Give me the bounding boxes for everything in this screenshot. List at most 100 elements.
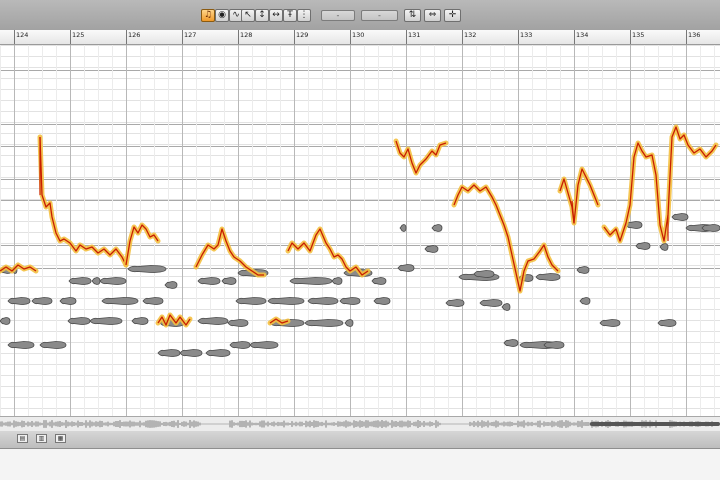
note-blob: [99, 277, 127, 285]
ruler-bar-label: 135: [632, 31, 645, 39]
ruler-bar-label: 127: [184, 31, 197, 39]
note-blob: [701, 224, 720, 232]
ruler-tick: [182, 30, 183, 44]
ruler-bar-label: 136: [688, 31, 701, 39]
split-button[interactable]: ✛: [444, 9, 461, 22]
note-blob: [599, 319, 621, 327]
note-blob: [371, 277, 387, 285]
split-icon: ✛: [448, 10, 457, 20]
note-blob: [197, 317, 229, 325]
separation-tool-button[interactable]: ⋮: [297, 9, 311, 22]
waveform-playback-region: [590, 422, 720, 426]
note-blob: [131, 317, 149, 325]
scale-snap-button[interactable]: ⇅: [404, 9, 421, 22]
note-blob: [142, 297, 164, 305]
note-mode-icon: ♫: [203, 10, 213, 20]
bar-ruler[interactable]: 124 125 126 127 128 129 130 131 132 133 134 135 136: [0, 30, 720, 45]
note-blob: [431, 224, 443, 232]
ruler-tick: [14, 30, 15, 44]
note-blob: [205, 349, 231, 357]
note-blob: [221, 277, 237, 285]
note-blob: [235, 297, 267, 305]
pointer-tool-button[interactable]: ↖: [241, 9, 255, 22]
note-blob: [7, 297, 31, 305]
status-button-c[interactable]: ▦: [55, 434, 66, 443]
note-blob: [576, 266, 590, 274]
pitch-mode-icon: ◉: [218, 10, 226, 20]
ruler-tick: [294, 30, 295, 44]
note-blob: [304, 319, 344, 327]
ruler-tick: [462, 30, 463, 44]
note-blob: [671, 213, 689, 221]
note-blob: [659, 243, 669, 251]
note-editor-grid[interactable]: [0, 45, 720, 416]
note-blob: [339, 297, 361, 305]
ruler-tick: [686, 30, 687, 44]
ruler-tick: [70, 30, 71, 44]
ruler-bar-label: 124: [16, 31, 29, 39]
note-blob: [0, 317, 11, 325]
lower-panel: [0, 449, 720, 480]
ruler-tick: [238, 30, 239, 44]
note-blob: [635, 242, 651, 250]
note-blob: [59, 297, 77, 305]
note-blob: [91, 277, 101, 285]
note-blob: [397, 264, 415, 272]
timing-tool-icon: ↔: [272, 10, 280, 20]
tool-field-1[interactable]: -: [321, 10, 355, 21]
pitch-tool-icon: ↕: [258, 10, 266, 20]
ruler-bar-label: 134: [576, 31, 589, 39]
note-blob: [473, 270, 495, 278]
note-blob: [68, 277, 92, 285]
note-blob: [543, 341, 565, 349]
note-blob: [424, 245, 439, 253]
ruler-bar-label: 125: [72, 31, 85, 39]
quantize-button[interactable]: ⇔: [424, 9, 441, 22]
waveform-overview[interactable]: [0, 416, 720, 432]
note-blob: [39, 341, 67, 349]
note-blob: [31, 297, 53, 305]
tool-field-2[interactable]: -: [361, 10, 398, 21]
note-blob: [89, 317, 123, 325]
ruler-tick: [126, 30, 127, 44]
status-icon-c: ▦: [57, 435, 64, 442]
note-blob: [229, 341, 251, 349]
pitch-mode-button[interactable]: ◉: [215, 9, 229, 22]
formant-mode-icon: ∿: [232, 10, 240, 20]
note-blob: [479, 299, 503, 307]
note-blob: [197, 277, 221, 285]
timing-tool-button[interactable]: ↔: [269, 9, 283, 22]
ruler-bar-label: 126: [128, 31, 141, 39]
pitch-tool-button[interactable]: ↕: [255, 9, 269, 22]
scale-snap-icon: ⇅: [408, 10, 417, 20]
note-blob: [399, 224, 407, 232]
ruler-bar-label: 132: [464, 31, 477, 39]
note-blob: [101, 297, 139, 305]
status-button-b[interactable]: ▥: [36, 434, 47, 443]
note-blob: [503, 339, 519, 347]
status-button-a[interactable]: ▤: [17, 434, 28, 443]
pointer-icon: ↖: [244, 10, 252, 20]
top-toolbar: ♫ ◉ ∿ ↖ ↕ ↔ Ŧ ⋮ - - ⇅ ⇔ ✛: [0, 0, 720, 31]
status-icon-b: ▥: [38, 435, 45, 442]
status-bar: ▤ ▥ ▦: [0, 431, 720, 449]
note-blob: [331, 277, 343, 285]
separation-tool-icon: ⋮: [299, 10, 309, 20]
ruler-bar-label: 129: [296, 31, 309, 39]
note-blob: [7, 341, 35, 349]
note-blob: [67, 317, 91, 325]
note-blob: [157, 349, 181, 357]
ruler-tick: [518, 30, 519, 44]
amplitude-tool-button[interactable]: Ŧ: [283, 9, 297, 22]
ruler-bar-label: 130: [352, 31, 365, 39]
note-mode-button[interactable]: ♫: [201, 9, 215, 22]
note-blob: [289, 277, 333, 285]
note-blob: [164, 281, 178, 289]
quantize-icon: ⇔: [428, 10, 437, 20]
ruler-tick: [630, 30, 631, 44]
ruler-tick: [406, 30, 407, 44]
note-blob: [267, 297, 305, 305]
ruler-tick: [350, 30, 351, 44]
status-icon-a: ▤: [19, 435, 26, 442]
amplitude-tool-icon: Ŧ: [287, 10, 293, 20]
